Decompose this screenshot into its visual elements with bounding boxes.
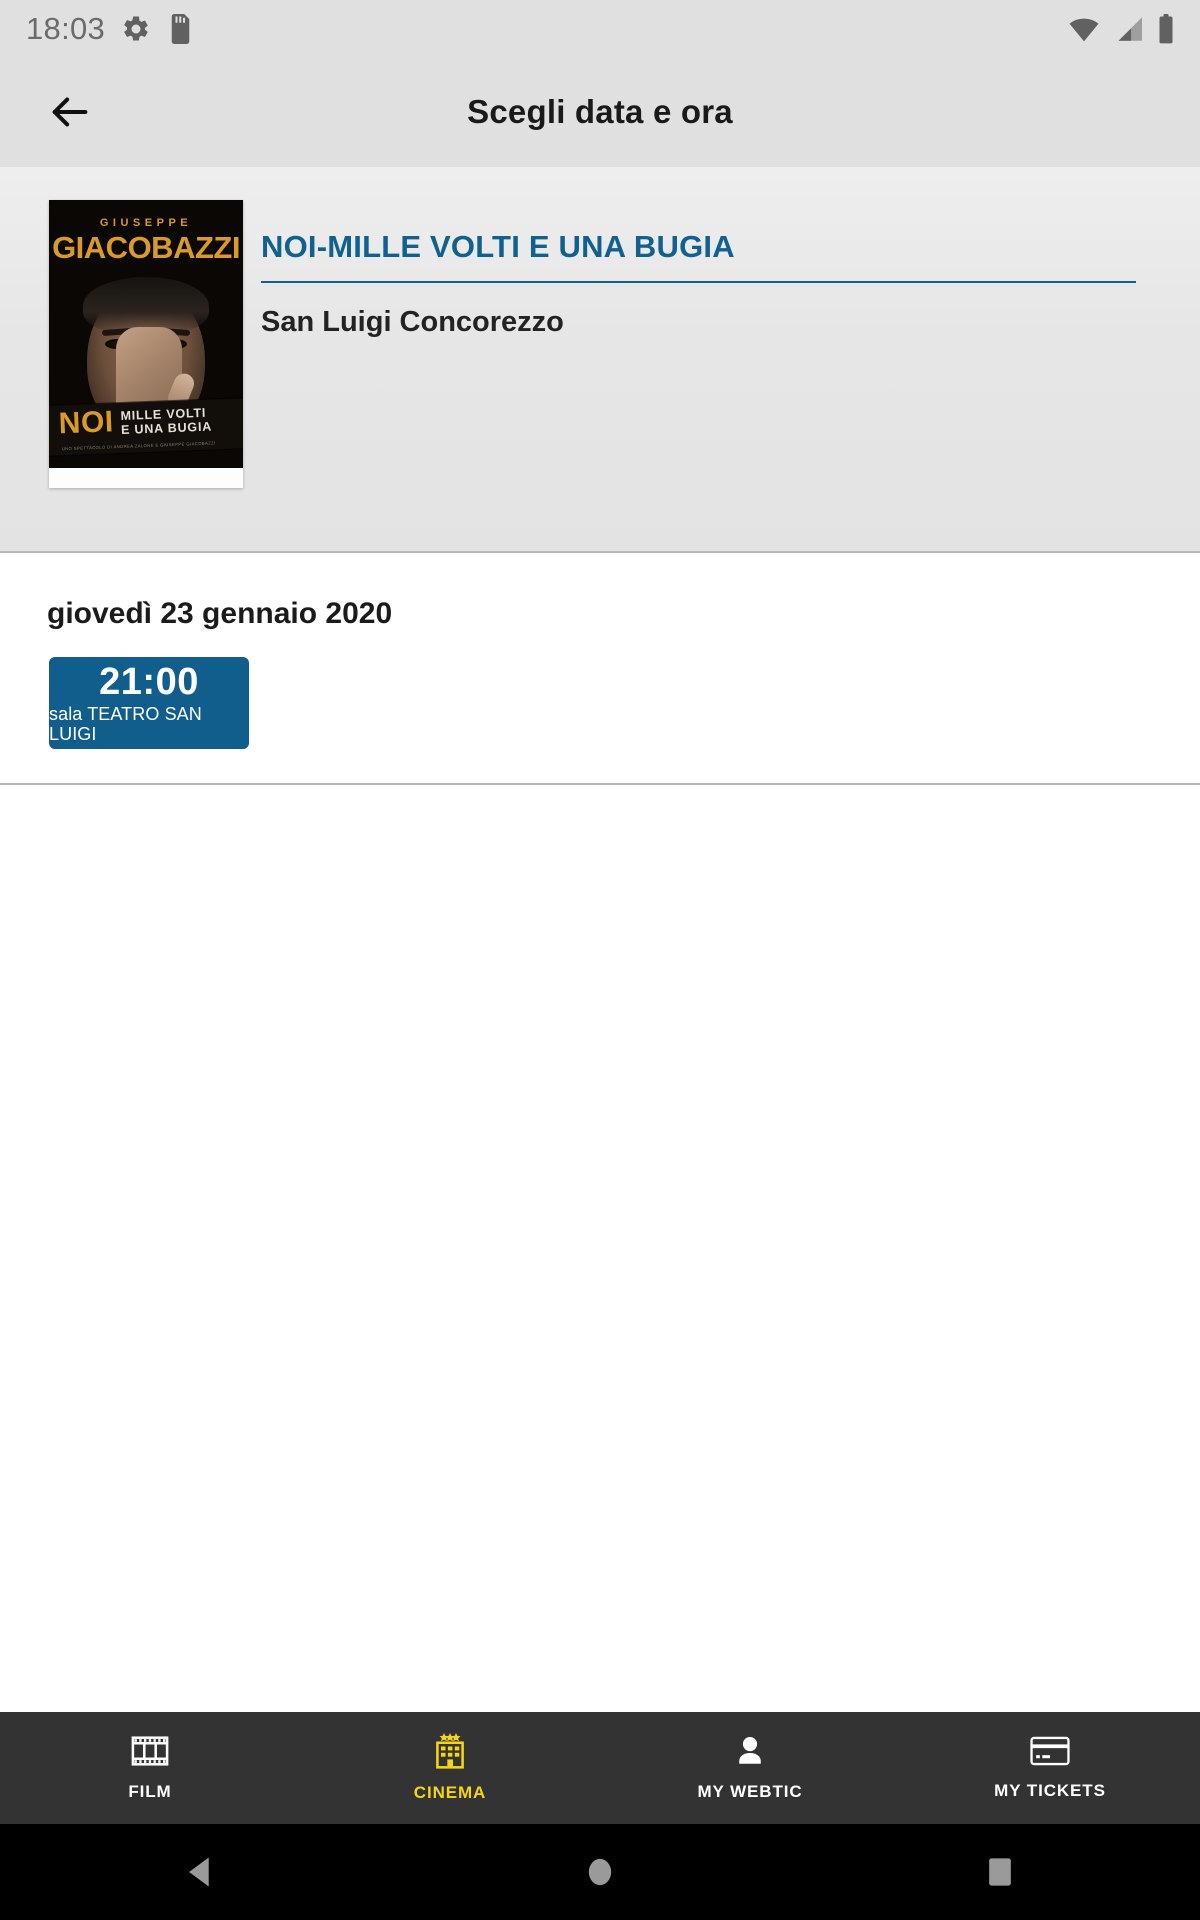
app-header: Scegli data e ora xyxy=(0,57,1200,167)
status-bar: 18:03 xyxy=(0,0,1200,57)
film-strip-icon xyxy=(131,1734,169,1768)
poster-artwork: GIUSEPPE GIACOBAZZI NOI MILLE VOLTI E UN… xyxy=(49,200,243,468)
nav-recents-button[interactable] xyxy=(940,1842,1060,1902)
cellular-signal-icon xyxy=(1114,16,1144,42)
status-bar-right xyxy=(1068,13,1182,44)
tab-label-cinema: CINEMA xyxy=(413,1783,487,1802)
app-root: 18:03 Scegli data e ora GIUSEPPE GIACOBA… xyxy=(0,0,1200,1920)
tab-label-film: FILM xyxy=(128,1782,172,1801)
poster-artist-last-name: GIACOBAZZI xyxy=(52,230,240,265)
battery-icon xyxy=(1158,13,1174,44)
nav-home-button[interactable] xyxy=(540,1842,660,1902)
tab-film[interactable]: FILM xyxy=(0,1712,300,1824)
tab-my-webtic[interactable]: MY WEBTIC xyxy=(600,1712,900,1824)
poster-title-banner: NOI MILLE VOLTI E UNA BUGIA UNO SPETTACO… xyxy=(49,398,243,456)
showtimes-list: 21:00 sala TEATRO SAN LUIGI xyxy=(0,631,1200,783)
status-bar-left: 18:03 xyxy=(26,11,194,47)
cinema-name: San Luigi Concorezzo xyxy=(261,306,564,338)
poster-banner-noi: NOI xyxy=(58,405,115,441)
bottom-tab-bar: FILM CINEMA MY WEBTIC MY TICKETS xyxy=(0,1712,1200,1824)
content-empty-area xyxy=(0,785,1200,1712)
sd-card-icon xyxy=(167,13,194,44)
showtime-time: 21:00 xyxy=(99,661,199,703)
showtime-button[interactable]: 21:00 sala TEATRO SAN LUIGI xyxy=(49,657,249,749)
poster-bottom-border xyxy=(49,468,243,488)
movie-meta: NOI-MILLE VOLTI E UNA BUGIA San Luigi Co… xyxy=(243,167,1200,551)
poster-banner-line2: E UNA BUGIA xyxy=(120,419,213,437)
gear-icon xyxy=(121,14,151,44)
tab-label-my-webtic: MY WEBTIC xyxy=(697,1782,803,1801)
tab-my-tickets[interactable]: MY TICKETS xyxy=(900,1712,1200,1824)
triangle-back-icon xyxy=(185,1856,215,1888)
showtime-hall: sala TEATRO SAN LUIGI xyxy=(49,704,202,744)
poster-banner-subtitle: MILLE VOLTI E UNA BUGIA xyxy=(120,406,212,437)
cinema-building-icon xyxy=(433,1733,467,1769)
schedule-section: giovedì 23 gennaio 2020 21:00 sala TEATR… xyxy=(0,553,1200,783)
credit-card-icon xyxy=(1030,1735,1070,1767)
circle-home-icon xyxy=(586,1856,614,1888)
movie-title[interactable]: NOI-MILLE VOLTI E UNA BUGIA xyxy=(261,229,1136,283)
movie-poster[interactable]: GIUSEPPE GIACOBAZZI NOI MILLE VOLTI E UN… xyxy=(49,200,243,488)
page-title: Scegli data e ora xyxy=(467,93,733,130)
poster-artist-first-name: GIUSEPPE xyxy=(99,217,193,229)
status-bar-clock: 18:03 xyxy=(26,10,106,46)
tab-cinema[interactable]: CINEMA xyxy=(300,1712,600,1824)
person-icon xyxy=(733,1734,767,1768)
arrow-left-icon xyxy=(47,89,93,135)
square-recents-icon xyxy=(987,1856,1013,1888)
movie-info-panel: GIUSEPPE GIACOBAZZI NOI MILLE VOLTI E UN… xyxy=(0,167,1200,553)
nav-back-button[interactable] xyxy=(140,1842,260,1902)
wifi-icon xyxy=(1068,16,1100,42)
tab-label-my-tickets: MY TICKETS xyxy=(994,1781,1106,1800)
back-button[interactable] xyxy=(42,84,98,140)
schedule-date-label: giovedì 23 gennaio 2020 xyxy=(47,597,393,630)
android-nav-bar xyxy=(0,1824,1200,1920)
